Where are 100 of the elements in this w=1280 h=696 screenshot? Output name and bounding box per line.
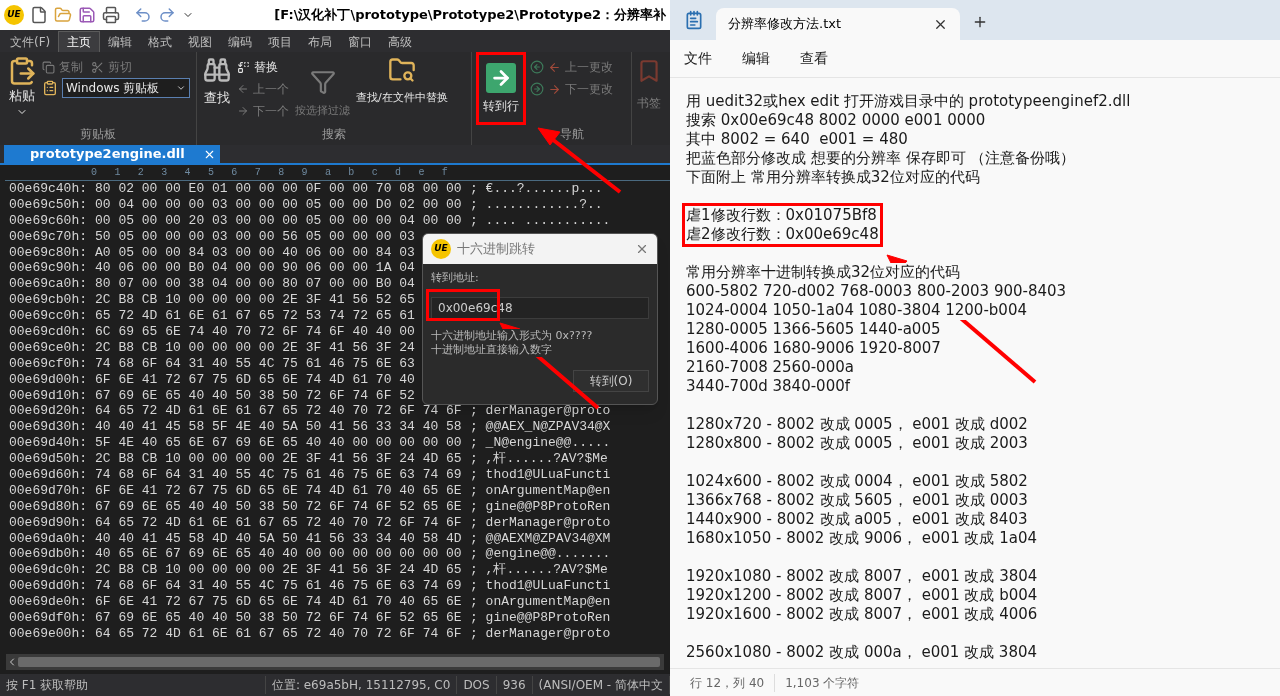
hex-address: 00e69d10h:	[9, 387, 88, 404]
hex-bytes: 80 07 00 00 38 04 00 00 80 07 00 00 B0 04	[95, 276, 415, 293]
hex-bytes: 5F 4E 40 65 6E 67 69 6E 65 40 40 00 00 00 00 00	[95, 435, 462, 452]
status-text: 行 12，列 40	[680, 673, 776, 692]
menu-item[interactable]: 编辑	[742, 48, 770, 69]
goto-button[interactable]: 转到(O)	[573, 370, 649, 392]
find-button[interactable]: 查找	[203, 56, 231, 125]
hex-bytes: 2C B8 CB 10 00 00 00 00 2E 3F 41 56 52 65	[95, 292, 415, 309]
ascii-text: ; ,杆......?AV?$Me	[470, 562, 608, 579]
clipboard-icon	[42, 80, 58, 96]
column-number: 8	[278, 167, 286, 180]
column-number: d	[395, 167, 403, 180]
find-in-files-button[interactable]: 查找/在文件中替换	[356, 56, 448, 125]
hex-bytes: 40 40 41 45 58 5F 4E 40 5A 50 41 56 33 34 40 58	[95, 419, 462, 436]
column-number: c	[371, 167, 379, 180]
hex-address: 00e69c90h:	[9, 260, 88, 277]
column-number: 0	[91, 167, 98, 180]
caret-icon	[176, 83, 186, 93]
right-arrow-icon	[548, 82, 561, 96]
menu-item[interactable]: 文件	[684, 48, 712, 69]
group-label: 搜索	[321, 126, 347, 143]
hex-address: 00e69de0h:	[9, 594, 88, 611]
menu-tab[interactable]: 编辑	[100, 31, 141, 52]
ascii-text: ; gine@@P8ProtoRen	[470, 610, 611, 626]
save-icon[interactable]	[78, 6, 96, 24]
file-tab[interactable]: prototype2engine.dll	[4, 145, 220, 163]
menu-tab[interactable]: 高级	[380, 31, 421, 52]
menu-tab[interactable]: 格式	[140, 31, 181, 52]
right-arrow-icon	[237, 105, 249, 117]
menu-tab[interactable]: 项目	[260, 31, 301, 52]
undo-icon[interactable]	[134, 6, 152, 24]
hex-address: 00e69d30h:	[9, 419, 88, 436]
ascii-text: ; gine@@P8ProtoRen	[470, 498, 611, 515]
column-number: 6	[231, 167, 239, 180]
ascii-text: ; thod1@ULuaFuncti	[470, 467, 611, 483]
column-number: e	[418, 167, 426, 180]
document-tab[interactable]: 分辨率修改方法.txt	[716, 8, 960, 40]
hex-bytes: 2C B8 CB 10 00 00 00 00 2E 3F 41 56 3F 24 4D 65	[95, 562, 462, 579]
hex-bytes: 67 69 6E 65 40 40 50 38 50 72 6F 74 6F 52 65 6E	[95, 610, 462, 626]
hex-address: 00e69dc0h:	[9, 562, 88, 579]
column-number: b	[348, 167, 356, 180]
new-tab-icon[interactable]	[972, 14, 988, 30]
hex-bytes: 64 65 72 4D 61 6E 61 67 65 72 40 70 72 6F 74 6F	[95, 403, 462, 420]
status-text: 936	[496, 676, 533, 694]
paste-button[interactable]: 粘贴	[6, 56, 38, 125]
ascii-text: ; onArgumentMap@en	[470, 482, 611, 499]
column-number: 1	[114, 167, 122, 180]
hex-bytes: 64 65 72 4D 61 6E 61 67 65 72 40 70 72 6F 74 6F	[95, 625, 462, 642]
menu-tab[interactable]: 主页	[58, 31, 101, 52]
hex-bytes: 80 02 00 00 E0 01 00 00 00 0F 00 00 70 08 00 00	[95, 181, 462, 197]
hex-address: 00e69ce0h:	[9, 339, 88, 356]
hex-address: 00e69c80h:	[9, 244, 88, 261]
horizontal-scrollbar[interactable]	[6, 654, 664, 670]
menu-tab[interactable]: 布局	[300, 31, 341, 52]
hex-address: 00e69d50h:	[9, 451, 88, 468]
hex-address: 00e69cf0h:	[9, 355, 88, 372]
menu-tab[interactable]: 文件(F)	[2, 31, 59, 52]
ascii-text: ; derManager@proto	[470, 514, 611, 531]
hex-address: 00e69c70h:	[9, 228, 88, 245]
hex-bytes: 40 06 00 00 B0 04 00 00 90 06 00 00 1A 04	[95, 260, 415, 277]
hex-address: 00e69ca0h:	[9, 276, 88, 293]
redo-icon[interactable]	[158, 6, 176, 24]
hex-bytes: 00 05 00 00 20 03 00 00 00 05 00 00 00 04 00 00	[95, 212, 462, 229]
menu-tab[interactable]: 窗口	[340, 31, 381, 52]
hex-bytes: 00 04 00 00 00 03 00 00 00 05 00 00 D0 02 00 00	[95, 196, 462, 213]
ascii-text: ; ,杆......?AV?$Me	[470, 451, 608, 468]
hex-bytes: A0 05 00 00 84 03 00 00 40 06 00 00 84 03	[95, 244, 415, 261]
hex-bytes: 50 05 00 00 00 03 00 00 56 05 00 00 00 03	[95, 228, 415, 245]
column-number: f	[441, 167, 449, 180]
hex-address: 00e69df0h:	[9, 610, 88, 626]
ascii-text: ; ............?..	[470, 196, 603, 213]
menu-item[interactable]: 查看	[800, 48, 828, 69]
copy-icon	[42, 60, 55, 74]
column-number: 3	[161, 167, 169, 180]
ascii-text: ; @engine@@.......	[470, 546, 611, 562]
status-text: 1,103 个字符	[784, 674, 861, 692]
group-label: 导航	[558, 126, 585, 143]
app-logo: UE	[431, 239, 451, 259]
hex-bytes: 6F 6E 41 72 67 75 6D 65 6E 74 4D 61 70 40 65 6E	[95, 482, 462, 499]
ascii-text: ; .... ...........	[470, 212, 611, 229]
clipboard-select[interactable]: Windows 剪贴板	[62, 78, 190, 98]
hex-address: 00e69d70h:	[9, 482, 88, 499]
ascii-text: ; derManager@proto	[470, 403, 611, 420]
column-number: a	[324, 167, 332, 180]
menu-tab[interactable]: 视图	[180, 31, 221, 52]
hex-address: 00e69e00h:	[9, 625, 88, 642]
new-file-icon[interactable]	[30, 6, 48, 24]
replace-icon	[237, 60, 250, 74]
hex-bytes: 6F 6E 41 72 67 75 6D 65 6E 74 4D 61 70 40	[95, 371, 415, 388]
ascii-text: ; onArgumentMap@en	[470, 594, 611, 611]
hex-bytes: 65 72 4D 61 6E 61 67 65 72 53 74 72 65 61	[95, 308, 415, 324]
binoculars-icon	[203, 56, 231, 84]
menu-tab[interactable]: 编码	[220, 31, 261, 52]
hex-bytes: 2C B8 CB 10 00 00 00 00 2E 3F 41 56 3F 24 4D 65	[95, 451, 462, 468]
column-number: 4	[184, 167, 192, 180]
hex-address: 00e69d20h:	[9, 403, 88, 420]
folder-icon[interactable]	[54, 6, 72, 24]
goto-line-button[interactable]: 转到行	[476, 52, 526, 125]
replace-button[interactable]: 替换	[237, 56, 289, 78]
printer-icon[interactable]	[102, 6, 120, 24]
